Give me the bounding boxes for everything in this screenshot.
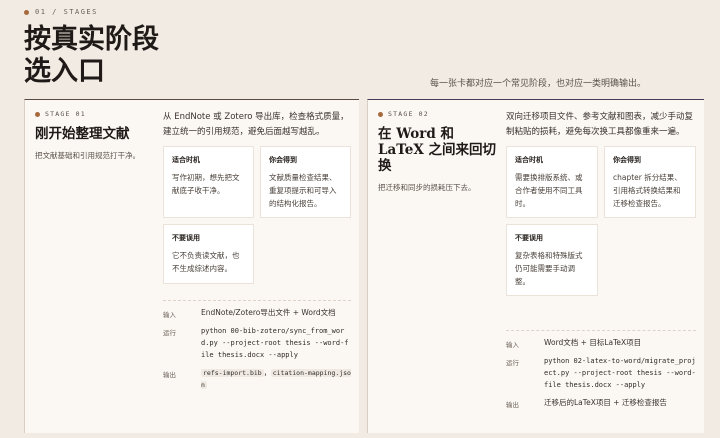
tile-body: 文献质量检查结果、重复项提示和可导入的结构化报告。 <box>269 173 337 208</box>
io-output-value: refs-import.bib， citation-mapping.json <box>201 367 351 391</box>
tile-body: 它不负责读文献，也不生成综述内容。 <box>172 251 240 273</box>
bullet-dot-icon <box>24 9 29 15</box>
card-intro: STAGE 01 刚开始整理文献 把文献基础和引用规范打干净。 <box>35 110 155 162</box>
io-run-command[interactable]: python 00-bib-zotero/sync_from_word.py -… <box>201 325 351 361</box>
io-output-value: 迁移后的LaTeX项目 + 迁移检查报告 <box>544 398 667 407</box>
io-output-key: 输出 <box>506 401 519 409</box>
io-input-value: Word文档 + 目标LaTeX项目 <box>544 338 642 347</box>
eyebrow-label: 01 / STAGES <box>35 8 98 16</box>
card-details: 双向迁移项目文件、参考文献和图表，减少手动复制粘贴的损耗，避免每次换工具都像重来… <box>506 110 696 296</box>
page-subtitle: 每一张卡都对应一个常见阶段，也对应一类明确输出。 <box>429 79 646 89</box>
tile-title: 你会得到 <box>269 155 297 164</box>
io-block: 输入 Word文档 + 目标LaTeX项目 运行 python 02-latex… <box>506 330 696 415</box>
io-input-row: 输入 EndNote/Zotero导出文件 + Word文档 <box>163 307 351 319</box>
tile-misuse: 不要误用 复杂表格和特殊版式仍可能需要手动调整。 <box>506 224 598 296</box>
card-title: 在 Word 和 LaTeX 之间来回切换 <box>378 126 496 174</box>
io-input-key: 输入 <box>506 341 519 349</box>
tile-body: 复杂表格和特殊版式仍可能需要手动调整。 <box>515 251 583 286</box>
stage-label-text: STAGE 02 <box>388 110 429 118</box>
io-input-value: EndNote/Zotero导出文件 + Word文档 <box>201 308 336 317</box>
output-file-chip: refs-import.bib <box>201 369 264 377</box>
tile-title: 适合时机 <box>515 155 543 164</box>
tile-body: chapter 拆分结果、引用格式转换结果和迁移检查报告。 <box>613 173 682 208</box>
tile-misuse: 不要误用 它不负责读文献，也不生成综述内容。 <box>163 224 254 284</box>
tile-title: 不要误用 <box>515 233 543 242</box>
tile-outcome: 你会得到 文献质量检查结果、重复项提示和可导入的结构化报告。 <box>260 146 351 218</box>
io-input-row: 输入 Word文档 + 目标LaTeX项目 <box>506 337 696 349</box>
card-title: 刚开始整理文献 <box>35 126 130 142</box>
tile-timing: 适合时机 需要换排版系统、或合作者使用不同工具时。 <box>506 146 598 218</box>
bullet-dot-icon <box>378 111 383 117</box>
io-output-row: 输出 迁移后的LaTeX项目 + 迁移检查报告 <box>506 397 696 409</box>
tile-title: 你会得到 <box>613 155 641 164</box>
output-separator: ， <box>263 369 271 377</box>
io-output-row: 输出 refs-import.bib， citation-mapping.json <box>163 367 351 391</box>
io-run-row: 运行 python 00-bib-zotero/sync_from_word.p… <box>163 325 351 361</box>
card-intro: STAGE 02 在 Word 和 LaTeX 之间来回切换 把迁移和同步的损耗… <box>378 110 498 194</box>
io-run-row: 运行 python 02-latex-to-word/migrate_proje… <box>506 355 696 391</box>
io-block: 输入 EndNote/Zotero导出文件 + Word文档 运行 python… <box>163 300 351 397</box>
stage-card-02[interactable]: STAGE 02 在 Word 和 LaTeX 之间来回切换 把迁移和同步的损耗… <box>367 99 704 433</box>
tile-timing: 适合时机 写作初期，想先把文献底子收干净。 <box>163 146 254 218</box>
tile-body: 需要换排版系统、或合作者使用不同工具时。 <box>515 173 583 208</box>
tile-grid: 适合时机 写作初期，想先把文献底子收干净。 你会得到 文献质量检查结果、重复项提… <box>163 146 351 284</box>
stage-label: STAGE 01 <box>35 110 155 118</box>
page-title: 按真实阶段选入口 <box>24 24 159 87</box>
tile-body: 写作初期，想先把文献底子收干净。 <box>172 173 240 195</box>
card-details: 从 EndNote 或 Zotero 导出库，检查格式质量，建立统一的引用规范，… <box>163 110 351 284</box>
io-output-key: 输出 <box>163 371 176 379</box>
card-description: 双向迁移项目文件、参考文献和图表，减少手动复制粘贴的损耗，避免每次换工具都像重来… <box>506 112 694 137</box>
card-description: 从 EndNote 或 Zotero 导出库，检查格式质量，建立统一的引用规范，… <box>163 112 349 137</box>
tile-title: 不要误用 <box>172 233 200 242</box>
bullet-dot-icon <box>35 111 40 117</box>
io-run-key: 运行 <box>163 329 176 337</box>
io-run-key: 运行 <box>506 359 519 367</box>
card-subtitle: 把迁移和同步的损耗压下去。 <box>378 183 476 192</box>
io-run-command[interactable]: python 02-latex-to-word/migrate_project.… <box>544 355 696 391</box>
card-subtitle: 把文献基础和引用规范打干净。 <box>35 151 140 160</box>
stage-label: STAGE 02 <box>378 110 498 118</box>
io-input-key: 输入 <box>163 311 176 319</box>
tile-grid: 适合时机 需要换排版系统、或合作者使用不同工具时。 你会得到 chapter 拆… <box>506 146 696 296</box>
tile-outcome: 你会得到 chapter 拆分结果、引用格式转换结果和迁移检查报告。 <box>604 146 696 218</box>
stage-card-01[interactable]: STAGE 01 刚开始整理文献 把文献基础和引用规范打干净。 从 EndNot… <box>24 99 359 433</box>
section-eyebrow: 01 / STAGES <box>24 8 98 16</box>
stage-label-text: STAGE 01 <box>45 110 86 118</box>
tile-title: 适合时机 <box>172 155 200 164</box>
